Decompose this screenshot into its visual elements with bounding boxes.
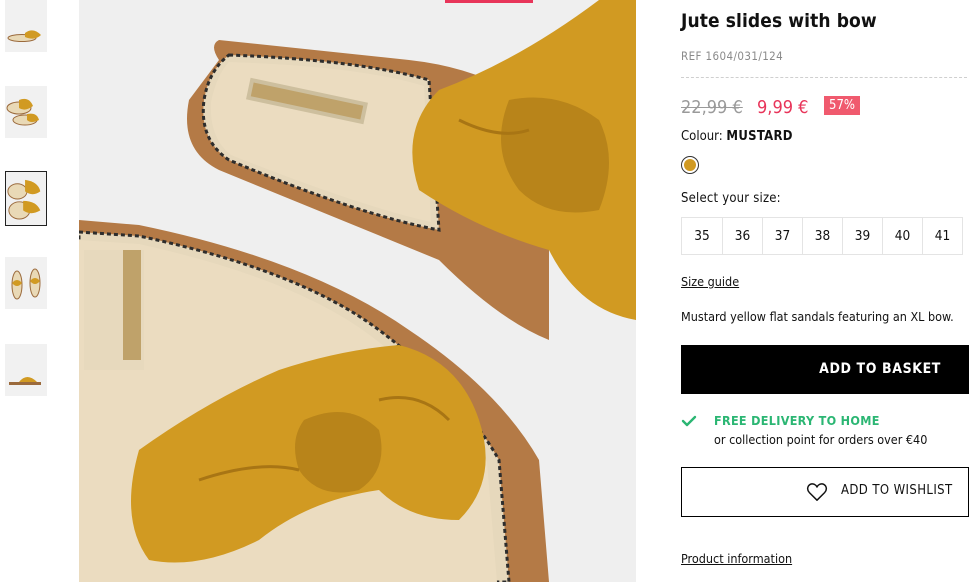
product-information-link[interactable]: Product information bbox=[681, 551, 792, 566]
product-title: Jute slides with bow bbox=[681, 10, 877, 32]
checkmark-icon bbox=[681, 415, 697, 427]
product-description: Mustard yellow flat sandals featuring an… bbox=[681, 309, 954, 324]
colour-row: Colour: MUSTARD bbox=[681, 129, 793, 144]
size-option[interactable]: 37 bbox=[762, 218, 802, 254]
wishlist-label: ADD TO WISHLIST bbox=[841, 483, 953, 498]
size-selector: 35 36 37 38 39 40 41 bbox=[681, 217, 963, 255]
thumbnail-3-selected[interactable] bbox=[5, 171, 47, 226]
size-option[interactable]: 35 bbox=[682, 218, 722, 254]
thumbnail-5[interactable] bbox=[5, 344, 47, 396]
size-option[interactable]: 36 bbox=[722, 218, 762, 254]
size-option[interactable]: 41 bbox=[922, 218, 962, 254]
size-select-label: Select your size: bbox=[681, 191, 781, 206]
size-option[interactable]: 39 bbox=[842, 218, 882, 254]
add-to-wishlist-button[interactable]: ADD TO WISHLIST bbox=[681, 467, 969, 517]
heart-icon bbox=[806, 483, 828, 501]
swatch-fill bbox=[684, 159, 696, 171]
main-product-image bbox=[79, 0, 636, 582]
thumbnail-1[interactable] bbox=[5, 0, 47, 52]
add-to-basket-button[interactable]: ADD TO BASKET bbox=[681, 345, 969, 394]
divider bbox=[681, 77, 967, 78]
thumbnail-gallery bbox=[0, 0, 60, 582]
size-guide-link[interactable]: Size guide bbox=[681, 274, 739, 289]
sale-price: 9,99 € bbox=[757, 97, 809, 118]
colour-swatch-mustard[interactable] bbox=[681, 156, 699, 174]
product-info-panel: Jute slides with bow REF 1604/031/124 22… bbox=[681, 0, 969, 582]
size-option[interactable]: 40 bbox=[882, 218, 922, 254]
thumbnail-2[interactable] bbox=[5, 86, 47, 138]
original-price: 22,99 € bbox=[681, 97, 743, 118]
product-reference: REF 1604/031/124 bbox=[681, 49, 784, 63]
discount-badge: 57% bbox=[824, 96, 860, 115]
delivery-subtext: or collection point for orders over €40 bbox=[714, 432, 928, 447]
free-delivery-title: FREE DELIVERY TO HOME bbox=[714, 413, 880, 428]
active-image-indicator bbox=[445, 0, 533, 3]
colour-value: MUSTARD bbox=[726, 129, 793, 144]
size-option[interactable]: 38 bbox=[802, 218, 842, 254]
colour-label: Colour: bbox=[681, 129, 723, 144]
thumbnail-4[interactable] bbox=[5, 257, 47, 309]
